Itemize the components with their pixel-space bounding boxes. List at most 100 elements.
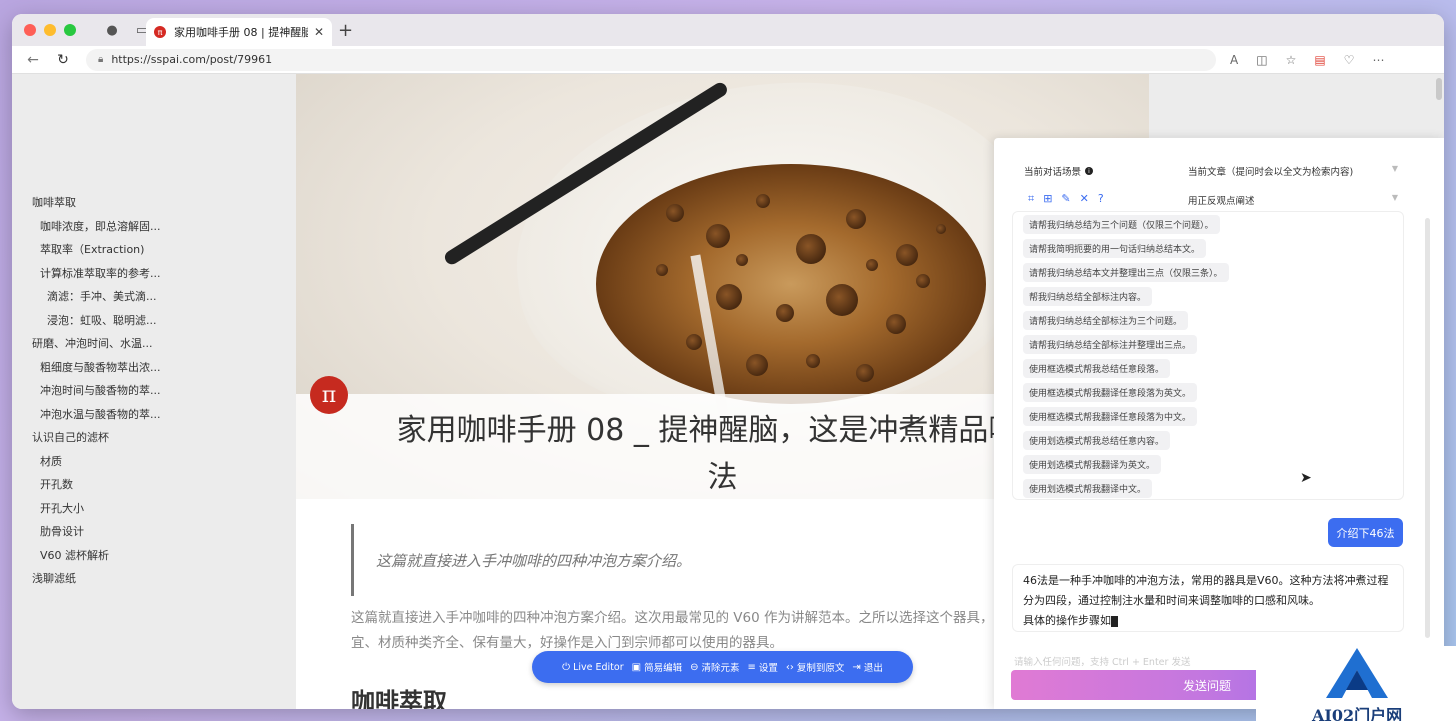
coffee-bubble-image (936, 224, 946, 234)
coffee-bubble-image (736, 254, 748, 266)
settings-button[interactable]: ≡ 设置 (747, 660, 778, 675)
prompt-chip[interactable]: 请帮我归纳总结全部标注并整理出三点。 (1023, 335, 1198, 354)
power-icon: ⏻ (562, 661, 571, 673)
copy-to-original-label: 复制到原文 (796, 663, 845, 674)
live-editor-button[interactable]: ⏻ Live Editor (562, 662, 623, 673)
profile-icon[interactable]: ● (104, 22, 120, 38)
toc-item[interactable]: 开孔大小 (32, 500, 161, 524)
info-icon[interactable]: i (1085, 167, 1094, 175)
prompt-row: 请帮我简明扼要的用一句话归纳总结本文。 (1023, 236, 1403, 260)
url-text: https://sspai.com/post/79961 (111, 53, 273, 66)
close-window-button[interactable] (24, 24, 36, 36)
toc-item[interactable]: 萃取率（Extraction) (32, 241, 161, 265)
page-scrollbar[interactable] (1436, 78, 1442, 100)
code-icon: ‹› (785, 661, 794, 673)
browser-essentials-icon[interactable]: ♡ (1344, 53, 1355, 67)
reload-icon[interactable]: ↻ (54, 52, 72, 68)
simple-edit-button[interactable]: ▣ 简易编辑 (632, 660, 683, 675)
prompt-chip[interactable]: 使用框选模式帮我总结任意段落。 (1023, 359, 1171, 378)
chevron-down-icon: ▼ (1391, 164, 1398, 173)
select-area-icon[interactable]: ⊞ (1043, 192, 1052, 206)
prompt-chip[interactable]: 使用划选模式帮我总结任意内容。 (1023, 431, 1171, 450)
back-icon[interactable]: ← (24, 52, 42, 68)
toc-item[interactable]: 咖啡萃取 (32, 194, 161, 218)
toc-item[interactable]: 认识自己的滤杯 (32, 429, 161, 453)
page-content: 咖啡萃取 咖啡浓度，即总溶解固... 萃取率（Extraction) 计算标准萃取率的… (12, 74, 1444, 709)
more-menu-icon[interactable]: ⋯ (1372, 53, 1384, 67)
close-icon[interactable]: ✕ (1080, 192, 1089, 206)
new-tab-button[interactable]: + (338, 20, 353, 41)
minimize-window-button[interactable] (44, 24, 56, 36)
clear-elements-button[interactable]: ⊖ 清除元素 (690, 660, 739, 675)
read-aloud-icon[interactable]: A (1230, 53, 1238, 67)
split-screen-icon[interactable]: ◫ (1256, 53, 1267, 67)
prompt-chip[interactable]: 帮我归纳总结全部标注内容。 (1023, 287, 1153, 306)
mouse-pointer-icon: ➤ (1300, 470, 1312, 486)
toc-item[interactable]: 研磨、冲泡时间、水温... (32, 335, 161, 359)
toc-item[interactable]: 开孔数 (32, 476, 161, 500)
prompt-row: 使用框选模式帮我翻译任意段落为中文。 (1023, 404, 1403, 428)
prompt-chip[interactable]: 使用划选模式帮我翻译为英文。 (1023, 455, 1162, 474)
favorite-icon[interactable]: ☆ (1286, 53, 1297, 67)
simple-edit-label: 简易编辑 (644, 663, 683, 674)
help-icon[interactable]: ? (1098, 192, 1104, 206)
toc-item[interactable]: 滴滤：手冲、美式滴... (32, 288, 161, 312)
browser-window: ● ▭ π 家用咖啡手册 08 | 提神醒脑，这 ✕ + ← ↻ 🔒︎ http… (12, 14, 1444, 709)
answer-line-streaming: 具体的操作步骤如 (1023, 611, 1393, 631)
prompt-chip[interactable]: 使用框选模式帮我翻译任意段落为中文。 (1023, 407, 1198, 426)
sliders-icon: ≡ (747, 661, 756, 673)
sspai-logo[interactable]: π (310, 376, 348, 414)
prompt-row: 请帮我归纳总结全部标注为三个问题。 (1023, 308, 1403, 332)
coffee-bubble-image (916, 274, 930, 288)
toc-item[interactable]: 浸泡：虹吸、聪明滤... (32, 312, 161, 336)
minus-circle-icon: ⊖ (690, 661, 699, 673)
scene-select[interactable]: 当前文章（提问时会以全文为检索内容) ▼ (1188, 164, 1398, 178)
prompt-chip[interactable]: 请帮我归纳总结全部标注为三个问题。 (1023, 311, 1189, 330)
live-editor-label: Live Editor (573, 661, 624, 673)
close-tab-icon[interactable]: ✕ (314, 25, 324, 39)
prompt-row: 请帮我归纳总结全部标注并整理出三点。 (1023, 332, 1403, 356)
toc-item[interactable]: 计算标准萃取率的参考... (32, 265, 161, 289)
toc-item[interactable]: 浅聊滤纸 (32, 570, 161, 594)
prompt-chip[interactable]: 请帮我归纳总结为三个问题（仅限三个问题）。 (1023, 215, 1220, 234)
toc-item[interactable]: V60 滤杯解析 (32, 547, 161, 571)
prompt-chip[interactable]: 请帮我归纳总结本文并整理出三点（仅限三条）。 (1023, 263, 1229, 282)
toc-item[interactable]: 咖啡浓度，即总溶解固... (32, 218, 161, 242)
toc-item[interactable]: 粗细度与酸香物萃出浓... (32, 359, 161, 383)
toc-item[interactable]: 肋骨设计 (32, 523, 161, 547)
tab-active[interactable]: π 家用咖啡手册 08 | 提神醒脑，这 ✕ (146, 18, 332, 46)
tab-title: 家用咖啡手册 08 | 提神醒脑，这 (174, 26, 308, 39)
coffee-bubble-image (796, 234, 826, 264)
prompt-chip[interactable]: 使用划选模式帮我翻译中文。 (1023, 479, 1153, 498)
browser-toolbar: A ◫ ☆ ▤ ♡ ⋯ (1230, 53, 1384, 67)
coffee-bubble-image (746, 354, 768, 376)
panel-scrollbar[interactable] (1425, 218, 1430, 638)
window-controls (24, 24, 76, 36)
coffee-bubble-image (706, 224, 730, 248)
pencil-icon[interactable]: ✎ (1061, 192, 1070, 206)
toc-item[interactable]: 冲泡水温与酸香物的萃... (32, 406, 161, 430)
exit-button[interactable]: ⇥ 退出 (852, 660, 882, 675)
mode-select[interactable]: 用正反观点阐述 ▼ (1188, 193, 1398, 207)
question-input[interactable]: 请输入任何问题，支持 Ctrl + Enter 发送 (1014, 654, 1190, 668)
answer-line: 46法是一种手冲咖啡的冲泡方法，常用的器具是V60。这种方法将冲煮过程 (1023, 574, 1389, 587)
watermark: AI02门户网 (1256, 646, 1456, 721)
settings-label: 设置 (758, 663, 778, 674)
exit-icon: ⇥ (852, 661, 861, 673)
toc-item[interactable]: 冲泡时间与酸香物的萃... (32, 382, 161, 406)
extension-icon[interactable]: ▤ (1314, 53, 1325, 67)
prompt-row: 使用框选模式帮我翻译任意段落为英文。 (1023, 380, 1403, 404)
prompt-suggestions: 请帮我归纳总结为三个问题（仅限三个问题）。 请帮我简明扼要的用一句话归纳总结本文。… (1012, 211, 1404, 500)
favicon-icon: π (154, 26, 166, 38)
copy-to-original-button[interactable]: ‹› 复制到原文 (785, 660, 845, 675)
section-heading: 咖啡萃取 (351, 688, 447, 709)
maximize-window-button[interactable] (64, 24, 76, 36)
article-quote: 这篇就直接进入手冲咖啡的四种冲泡方案介绍。 (351, 524, 691, 596)
prompt-chip[interactable]: 请帮我简明扼要的用一句话归纳总结本文。 (1023, 239, 1207, 258)
prompt-chip[interactable]: 使用框选模式帮我翻译任意段落为英文。 (1023, 383, 1198, 402)
lock-icon: 🔒︎ (98, 54, 104, 65)
coffee-bubble-image (856, 364, 874, 382)
binoculars-icon[interactable]: ⌗ (1028, 192, 1034, 206)
toc-item[interactable]: 材质 (32, 453, 161, 477)
url-field[interactable]: 🔒︎ https://sspai.com/post/79961 (86, 48, 1216, 71)
